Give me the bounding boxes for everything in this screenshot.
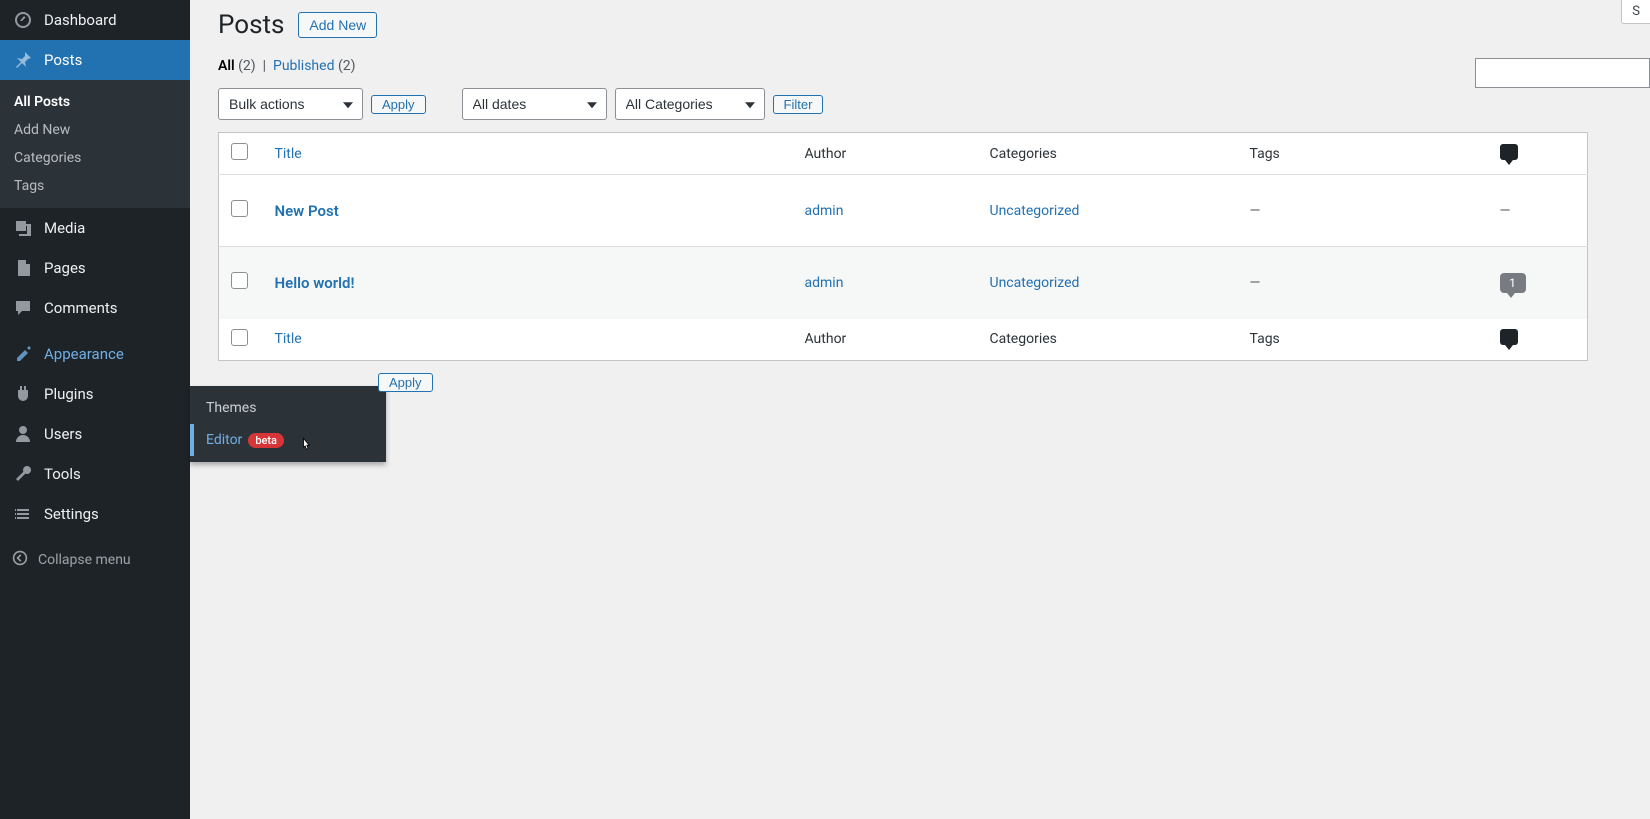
submenu-all-posts[interactable]: All Posts [0,88,190,116]
select-all-checkbox-foot[interactable] [231,329,248,346]
post-comments: — [1488,175,1588,247]
post-title-link[interactable]: New Post [275,202,339,220]
menu-dashboard[interactable]: Dashboard [0,0,190,40]
apply-bulk-button-bottom[interactable]: Apply [378,373,433,392]
menu-users[interactable]: Users [0,414,190,454]
posts-table: Title Author Categories Tags New Post ad… [218,132,1588,361]
col-tags-foot: Tags [1238,319,1488,361]
col-author-foot: Author [793,319,978,361]
menu-posts[interactable]: Posts [0,40,190,80]
plugins-icon [12,383,34,405]
comment-count-bubble[interactable]: 1 [1500,273,1526,293]
submenu-posts: All Posts Add New Categories Tags [0,80,190,208]
menu-label: Settings [44,505,99,523]
menu-pages[interactable]: Pages [0,248,190,288]
menu-label: Users [44,425,82,443]
bulk-filter-row-bottom: Apply [218,373,1650,392]
col-categories: Categories [978,133,1238,175]
table-row: New Post admin Uncategorized — — [219,175,1588,247]
menu-comments[interactable]: Comments [0,288,190,328]
menu-label: Media [44,219,85,237]
content-area: S Posts Add New All (2) | Published (2) … [190,0,1650,819]
appearance-icon [12,343,34,365]
media-icon [12,217,34,239]
col-categories-foot: Categories [978,319,1238,361]
menu-label: Dashboard [44,11,117,29]
date-filter-select[interactable]: All dates [462,88,607,120]
menu-appearance[interactable]: Appearance [0,334,190,374]
menu-label: Appearance [44,345,124,363]
menu-label: Tools [44,465,81,483]
page-title: Posts [218,10,284,40]
col-author: Author [793,133,978,175]
bulk-filter-row: Bulk actions Apply All dates All Categor… [218,88,1650,120]
col-tags: Tags [1238,133,1488,175]
post-tags: — [1238,247,1488,319]
page-heading: Posts Add New [218,10,1650,40]
pages-icon [12,257,34,279]
pin-icon [12,49,34,71]
submenu-add-new[interactable]: Add New [0,116,190,144]
menu-settings[interactable]: Settings [0,494,190,534]
post-category-link[interactable]: Uncategorized [990,203,1080,219]
view-all-count: (2) [238,58,256,74]
category-filter-select[interactable]: All Categories [615,88,765,120]
comments-column-icon-foot[interactable] [1500,329,1518,345]
settings-icon [12,503,34,525]
col-title-foot[interactable]: Title [275,331,302,347]
submenu-categories[interactable]: Categories [0,144,190,172]
table-footer-row: Title Author Categories Tags [219,319,1588,361]
tools-icon [12,463,34,485]
filter-button[interactable]: Filter [773,95,824,114]
select-all-checkbox[interactable] [231,143,248,160]
view-links: All (2) | Published (2) [218,58,1650,74]
menu-label: Pages [44,259,86,277]
table-header-row: Title Author Categories Tags [219,133,1588,175]
menu-tools[interactable]: Tools [0,454,190,494]
menu-label: Posts [44,51,82,69]
bulk-actions-select[interactable]: Bulk actions [218,88,363,120]
users-icon [12,423,34,445]
search-input[interactable] [1475,58,1650,88]
screen-options[interactable]: S [1621,0,1650,24]
admin-sidebar: Dashboard Posts All Posts Add New Catego… [0,0,190,819]
view-published-count: (2) [338,58,356,74]
post-author-link[interactable]: admin [805,203,844,219]
collapse-icon [12,550,28,570]
collapse-menu[interactable]: Collapse menu [0,540,190,580]
comments-column-icon[interactable] [1500,144,1518,160]
menu-plugins[interactable]: Plugins [0,374,190,414]
add-new-button[interactable]: Add New [298,12,377,38]
menu-label: Plugins [44,385,93,403]
submenu-tags[interactable]: Tags [0,172,190,200]
view-published[interactable]: Published [273,58,334,74]
post-category-link[interactable]: Uncategorized [990,275,1080,291]
collapse-label: Collapse menu [38,552,131,568]
view-all[interactable]: All [218,58,235,74]
post-author-link[interactable]: admin [805,275,844,291]
col-title[interactable]: Title [275,146,302,162]
post-title-link[interactable]: Hello world! [275,274,355,292]
post-tags: — [1238,175,1488,247]
apply-bulk-button[interactable]: Apply [371,95,426,114]
menu-media[interactable]: Media [0,208,190,248]
comments-icon [12,297,34,319]
table-row: Hello world! admin Uncategorized — 1 [219,247,1588,319]
menu-label: Comments [44,299,118,317]
dashboard-icon [12,9,34,31]
row-checkbox[interactable] [231,200,248,217]
row-checkbox[interactable] [231,272,248,289]
